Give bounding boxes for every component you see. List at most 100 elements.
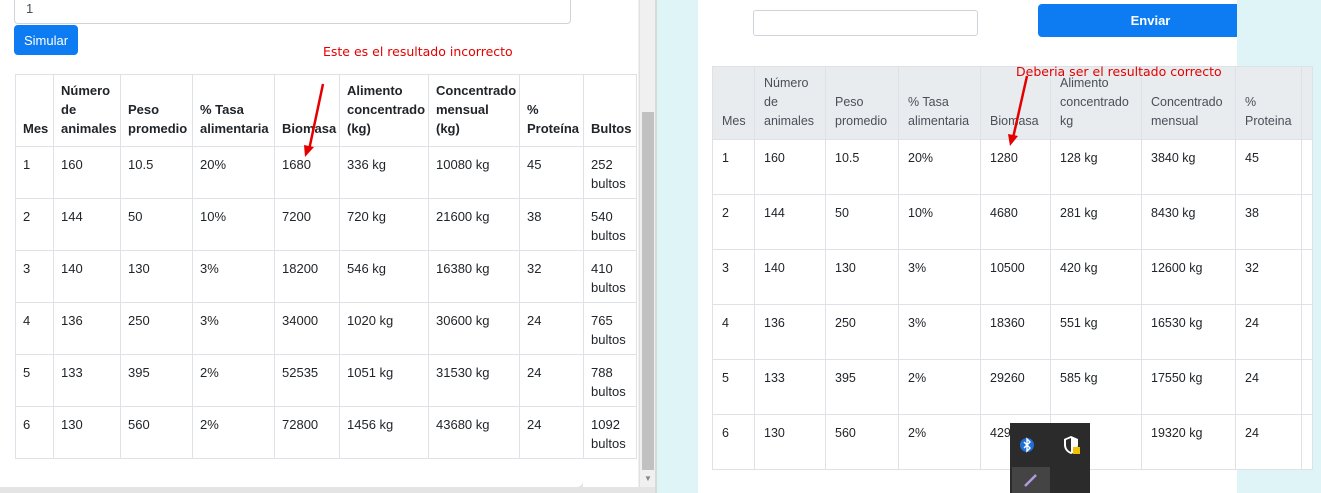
table-cell bbox=[1301, 194, 1313, 250]
table-cell: 1 bbox=[15, 146, 54, 199]
table-cell: 551 kg bbox=[1050, 304, 1142, 360]
table-cell: 4 bbox=[712, 304, 755, 360]
table-cell: 2 bbox=[15, 198, 54, 251]
table-cell: 3840 kg bbox=[1141, 139, 1236, 195]
table-cell: 130 bbox=[53, 406, 121, 459]
table-cell: 17550 kg bbox=[1141, 359, 1236, 415]
table-cell: 18360 bbox=[980, 304, 1051, 360]
header-peso-promedio: Peso promedio bbox=[825, 66, 899, 140]
table-cell: 32 bbox=[1235, 249, 1302, 305]
table-cell: 2% bbox=[192, 354, 275, 407]
header-peso-promedio: Peso promedio bbox=[120, 74, 193, 147]
table-cell: 144 bbox=[754, 194, 826, 250]
table-cell: 136 bbox=[53, 302, 121, 355]
table-cell: 2% bbox=[898, 414, 981, 470]
table-cell bbox=[1301, 249, 1313, 305]
table-cell: 43680 kg bbox=[428, 406, 520, 459]
header-proteina: % Proteina bbox=[1235, 66, 1302, 140]
table-cell: 136 bbox=[754, 304, 826, 360]
header-alimento-concentrado: Alimento concentrado (kg) bbox=[339, 74, 429, 147]
table-cell: 12600 kg bbox=[1141, 249, 1236, 305]
table-cell: 6 bbox=[712, 414, 755, 470]
table-cell bbox=[1301, 414, 1313, 470]
table-cell: 45 bbox=[1235, 139, 1302, 195]
table-cell: 24 bbox=[1235, 359, 1302, 415]
header-cut-off bbox=[1301, 66, 1313, 140]
table-cell: 45 bbox=[519, 146, 584, 199]
table-cell: 10080 kg bbox=[428, 146, 520, 199]
header-tasa-alimentaria: % Tasa alimentaria bbox=[192, 74, 275, 147]
security-shield-icon[interactable] bbox=[1059, 433, 1083, 457]
table-cell: 1 bbox=[712, 139, 755, 195]
table-cell: 130 bbox=[825, 249, 899, 305]
table-cell: 720 kg bbox=[339, 198, 429, 251]
table-row: 4 136 250 3% 18360 551 kg 16530 kg 24 bbox=[712, 304, 1313, 360]
header-proteina: % Proteína bbox=[519, 74, 584, 147]
table-row: 2 144 50 10% 7200 720 kg 21600 kg 38 540 bultos bbox=[15, 198, 637, 251]
table-cell: 1020 kg bbox=[339, 302, 429, 355]
table-cell: 72800 bbox=[274, 406, 340, 459]
table-cell: 410 bultos bbox=[583, 250, 637, 303]
table-row: 1 160 10.5 20% 1680 336 kg 10080 kg 45 252 bulto… bbox=[15, 146, 637, 199]
table-cell: 1456 kg bbox=[339, 406, 429, 459]
input-value-field[interactable]: 1 bbox=[14, 0, 571, 24]
table-cell: 2% bbox=[898, 359, 981, 415]
simular-button[interactable]: Simular bbox=[14, 25, 78, 55]
table-cell: 24 bbox=[519, 354, 584, 407]
table-cell: 24 bbox=[519, 406, 584, 459]
pen-icon[interactable] bbox=[1012, 467, 1050, 493]
table-cell: 130 bbox=[120, 250, 193, 303]
table-cell: 1092 bultos bbox=[583, 406, 637, 459]
table-cell bbox=[1301, 304, 1313, 360]
table-cell: 30600 kg bbox=[428, 302, 520, 355]
table-cell: 160 bbox=[754, 139, 826, 195]
table-cell: 3% bbox=[898, 304, 981, 360]
table-cell: 3 bbox=[15, 250, 54, 303]
table-cell: 130 bbox=[754, 414, 826, 470]
correct-results-table: Mes Número de animales Peso promedio % T… bbox=[712, 66, 1313, 470]
bluetooth-icon[interactable] bbox=[1015, 433, 1039, 457]
table-cell: 765 bultos bbox=[583, 302, 637, 355]
table-cell: 16380 kg bbox=[428, 250, 520, 303]
table-row: 5 133 395 2% 29260 585 kg 17550 kg 24 bbox=[712, 359, 1313, 415]
table-cell: 2% bbox=[192, 406, 275, 459]
table-cell: 5 bbox=[712, 359, 755, 415]
table-cell: 4 bbox=[15, 302, 54, 355]
table-cell: 19320 kg bbox=[1141, 414, 1236, 470]
table-cell: 133 bbox=[754, 359, 826, 415]
table-cell: 140 bbox=[53, 250, 121, 303]
table-cell: 21600 kg bbox=[428, 198, 520, 251]
scrollbar-thumb[interactable] bbox=[642, 112, 654, 470]
scroll-down-arrow-icon[interactable]: ▼ bbox=[642, 474, 654, 484]
table-cell: 140 bbox=[754, 249, 826, 305]
table-cell: 3% bbox=[898, 249, 981, 305]
table-cell: 24 bbox=[1235, 304, 1302, 360]
table-cell: 1051 kg bbox=[339, 354, 429, 407]
table-row: 4 136 250 3% 34000 1020 kg 30600 kg 24 765 bulto… bbox=[15, 302, 637, 355]
annotation-incorrect: Este es el resultado incorrecto bbox=[323, 44, 513, 59]
table-cell: 128 kg bbox=[1050, 139, 1142, 195]
table-cell: 29260 bbox=[980, 359, 1051, 415]
table-cell: 6 bbox=[15, 406, 54, 459]
header-mes: Mes bbox=[712, 66, 755, 140]
table-cell: 16530 kg bbox=[1141, 304, 1236, 360]
table-cell: 540 bultos bbox=[583, 198, 637, 251]
enviar-button[interactable]: Enviar bbox=[1038, 4, 1237, 37]
left-scrollbar[interactable]: ▼ bbox=[639, 0, 655, 487]
table-cell: 7200 bbox=[274, 198, 340, 251]
left-browser-pane: 1 Simular Mes Número de animales Peso pr… bbox=[0, 0, 655, 493]
table-cell: 5 bbox=[15, 354, 54, 407]
text-input-field[interactable] bbox=[753, 10, 978, 36]
header-numero-animales: Número de animales bbox=[754, 66, 826, 140]
table-cell: 24 bbox=[519, 302, 584, 355]
table-cell: 1680 bbox=[274, 146, 340, 199]
header-mes: Mes bbox=[15, 74, 54, 147]
table-cell: 34000 bbox=[274, 302, 340, 355]
header-tasa-alimentaria: % Tasa alimentaria bbox=[898, 66, 981, 140]
header-numero-animales: Número de animales bbox=[53, 74, 121, 147]
table-cell: 38 bbox=[1235, 194, 1302, 250]
table-cell: 1280 bbox=[980, 139, 1051, 195]
table-cell: 560 bbox=[120, 406, 193, 459]
table-cell: 4680 bbox=[980, 194, 1051, 250]
table-cell: 24 bbox=[1235, 414, 1302, 470]
